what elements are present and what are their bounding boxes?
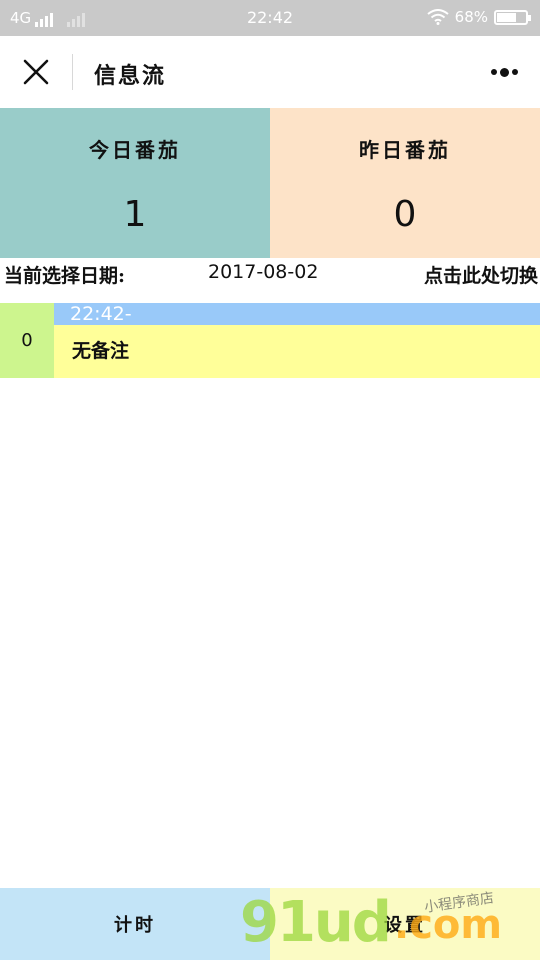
more-icon-dot xyxy=(490,69,497,75)
more-icon-dot xyxy=(511,69,518,75)
list-item[interactable]: 0 22:42- 无备注 xyxy=(0,303,540,378)
yesterday-stat-card: 昨日番茄 0 xyxy=(270,108,540,258)
battery-percent: 68% xyxy=(454,8,488,26)
tab-timer-label: 计时 xyxy=(114,915,156,936)
record-time: 22:42- xyxy=(54,303,540,325)
more-button[interactable] xyxy=(486,58,522,86)
date-row: 当前选择日期: 2017-08-02 点击此处切换 xyxy=(0,258,540,288)
tab-timer[interactable]: 计时 xyxy=(0,888,270,960)
nav-divider xyxy=(72,54,73,90)
battery-fill xyxy=(497,12,517,22)
date-switch-link[interactable]: 点击此处切换 xyxy=(424,261,538,288)
tab-settings[interactable]: 设置 xyxy=(270,888,540,960)
wifi-icon xyxy=(427,9,449,25)
tab-bar: 计时 设置 xyxy=(0,888,540,960)
today-stat-card: 今日番茄 1 xyxy=(0,108,270,258)
status-right: 68% xyxy=(427,8,531,26)
yesterday-label: 昨日番茄 xyxy=(359,138,451,162)
selected-date[interactable]: 2017-08-02 xyxy=(208,261,318,283)
today-label: 今日番茄 xyxy=(89,138,181,162)
pomodoro-stats: 今日番茄 1 昨日番茄 0 xyxy=(0,108,540,258)
status-bar: 4G 22:42 68% xyxy=(0,0,540,36)
record-note: 无备注 xyxy=(54,325,540,378)
yesterday-count: 0 xyxy=(393,194,417,235)
more-icon-dot xyxy=(499,67,509,77)
close-icon xyxy=(23,59,49,85)
page-title: 信息流 xyxy=(94,63,167,89)
date-label: 当前选择日期: xyxy=(4,265,126,287)
nav-bar: 信息流 xyxy=(0,36,540,108)
record-index: 0 xyxy=(0,303,54,378)
battery-icon xyxy=(494,9,531,25)
tab-settings-label: 设置 xyxy=(384,915,426,936)
today-count: 1 xyxy=(123,194,147,235)
close-button[interactable] xyxy=(16,54,56,90)
